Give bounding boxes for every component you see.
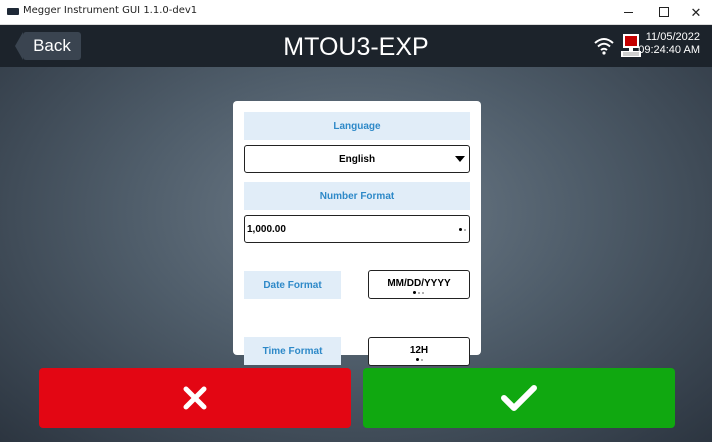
app-window: Megger Instrument GUI 1.1.0-dev1 ✕ Back … bbox=[0, 0, 712, 442]
indicator-dot-active bbox=[459, 228, 462, 231]
minimize-icon bbox=[623, 11, 633, 13]
window-titlebar: Megger Instrument GUI 1.1.0-dev1 ✕ bbox=[0, 0, 712, 25]
close-icon bbox=[183, 386, 207, 410]
number-format-label: Number Format bbox=[244, 182, 470, 210]
time-format-selector[interactable]: 12H bbox=[368, 337, 470, 366]
time-format-label: Time Format bbox=[244, 337, 341, 365]
date-format-value: MM/DD/YYYY bbox=[387, 278, 451, 289]
cancel-button[interactable] bbox=[39, 368, 351, 428]
language-label: Language bbox=[244, 112, 470, 140]
minimize-button[interactable] bbox=[612, 0, 644, 24]
confirm-button[interactable] bbox=[363, 368, 675, 428]
language-dropdown[interactable]: English bbox=[244, 145, 470, 173]
indicator-dot bbox=[422, 291, 424, 294]
number-format-selector[interactable]: 1,000.00 bbox=[244, 215, 470, 243]
settings-card: Language English Number Format 1,000.00 … bbox=[233, 101, 481, 366]
time-format-value: 12H bbox=[409, 345, 429, 356]
app-main: Back MTOU3-EXP 11/05/2022 09:24:40 AM La… bbox=[0, 25, 712, 442]
date-format-label: Date Format bbox=[244, 271, 341, 299]
date-format-page-indicator bbox=[413, 291, 424, 294]
number-format-page-indicator bbox=[459, 228, 466, 231]
indicator-dot bbox=[421, 358, 423, 361]
app-header: Back MTOU3-EXP 11/05/2022 09:24:40 AM bbox=[0, 25, 712, 67]
indicator-dot bbox=[464, 228, 466, 231]
close-window-icon: ✕ bbox=[690, 4, 702, 20]
language-value: English bbox=[338, 154, 376, 165]
time-format-page-indicator bbox=[416, 358, 423, 361]
date-format-selector[interactable]: MM/DD/YYYY bbox=[368, 270, 470, 299]
number-format-value: 1,000.00 bbox=[247, 224, 286, 235]
close-window-button[interactable]: ✕ bbox=[680, 0, 712, 24]
window-title: Megger Instrument GUI 1.1.0-dev1 bbox=[23, 5, 198, 16]
indicator-dot bbox=[418, 291, 420, 294]
chevron-down-icon bbox=[455, 156, 465, 162]
time-display: 09:24:40 AM bbox=[638, 44, 700, 56]
app-icon bbox=[7, 8, 19, 15]
maximize-icon bbox=[659, 7, 669, 17]
indicator-dot-active bbox=[413, 291, 416, 294]
indicator-dot-active bbox=[416, 358, 419, 361]
maximize-button[interactable] bbox=[648, 0, 680, 24]
check-icon bbox=[501, 385, 537, 411]
date-display: 11/05/2022 bbox=[645, 31, 700, 43]
wifi-icon bbox=[594, 38, 614, 55]
